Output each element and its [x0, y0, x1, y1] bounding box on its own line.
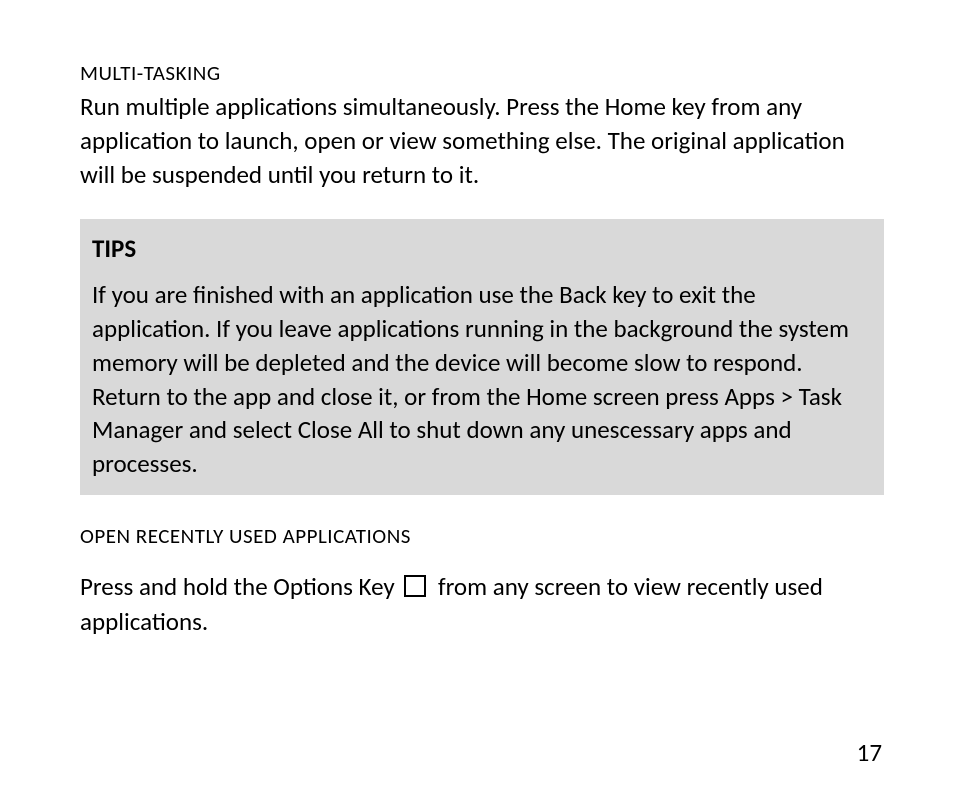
- recent-apps-text-part1: Press and hold the Options Key: [80, 571, 400, 602]
- multi-tasking-heading: MULTI-TASKING: [80, 60, 884, 86]
- tips-heading: TIPS: [92, 233, 872, 264]
- multi-tasking-section: MULTI-TASKING Run multiple applications …: [80, 60, 884, 191]
- recent-apps-body: Press and hold the Options Key from any …: [80, 569, 884, 639]
- multi-tasking-body: Run multiple applications simultaneously…: [80, 90, 884, 191]
- tips-body: If you are finished with an application …: [92, 278, 872, 481]
- recent-apps-heading: OPEN RECENTLY USED APPLICATIONS: [80, 523, 884, 549]
- options-key-icon: [404, 575, 426, 597]
- tips-box: TIPS If you are finished with an applica…: [80, 219, 884, 495]
- recent-apps-section: OPEN RECENTLY USED APPLICATIONS Press an…: [80, 523, 884, 639]
- page-number: 17: [857, 737, 882, 768]
